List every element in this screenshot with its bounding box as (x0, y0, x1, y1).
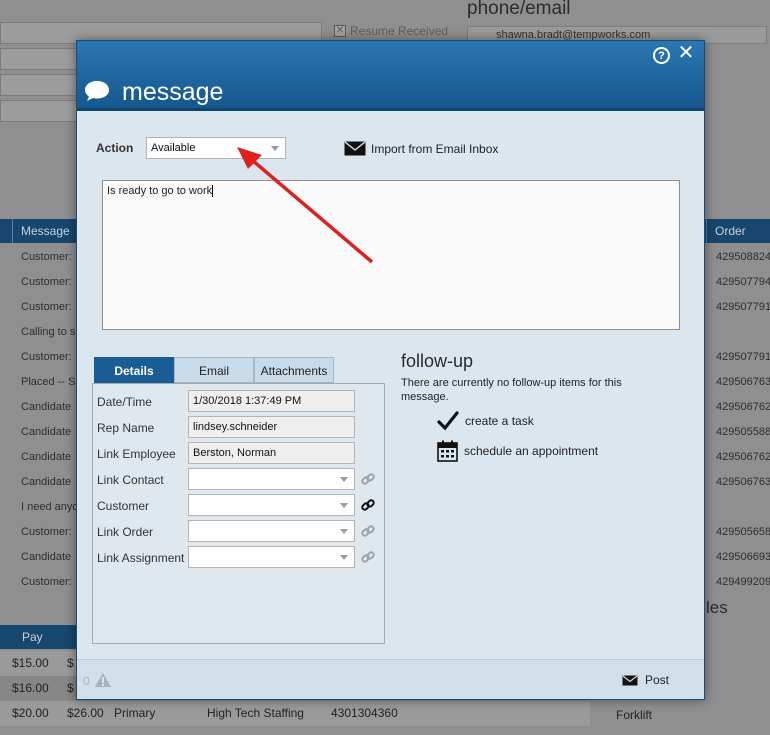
link-employee-label: Link Employee (97, 447, 176, 461)
bg-right-panel-title: les (706, 598, 728, 617)
table-row: $20.00 $26.00 Primary High Tech Staffing… (0, 701, 590, 726)
rep-name-label: Rep Name (97, 421, 155, 435)
link-employee-field[interactable]: Berston, Norman (188, 442, 355, 464)
link-order-label: Link Order (97, 525, 154, 539)
create-task-label: create a task (465, 414, 534, 428)
link-icon[interactable] (361, 524, 375, 538)
phone-email-heading: phone/email (467, 0, 571, 19)
tab-details[interactable]: Details (94, 357, 174, 389)
customer-dropdown[interactable] (188, 494, 355, 516)
link-assignment-label: Link Assignment (97, 551, 185, 565)
dialog-footer: 0 Post (77, 659, 704, 699)
envelope-icon (344, 141, 366, 156)
checkbox-x-icon: ✕ (334, 25, 346, 37)
action-dropdown[interactable]: Available (146, 137, 286, 159)
warning-icon (95, 673, 111, 687)
chevron-down-icon (340, 477, 348, 482)
schedule-appointment-link[interactable]: schedule an appointment (437, 440, 598, 462)
link-icon[interactable] (361, 498, 375, 512)
import-email-label: Import from Email Inbox (371, 141, 499, 156)
date-time-label: Date/Time (97, 395, 152, 409)
post-label: Post (645, 673, 670, 687)
chevron-down-icon (271, 146, 279, 151)
link-contact-dropdown[interactable] (188, 468, 355, 490)
customer-label: Customer (97, 499, 150, 513)
tab-attachments[interactable]: Attachments (254, 357, 334, 383)
schedule-appointment-label: schedule an appointment (464, 444, 599, 458)
follow-up-title: follow-up (401, 351, 474, 371)
tab-email[interactable]: Email (174, 357, 254, 383)
link-employee-value: Berston, Norman (193, 447, 277, 459)
link-contact-label: Link Contact (97, 473, 164, 487)
help-icon[interactable]: ? (653, 47, 670, 64)
details-panel: Date/Time 1/30/2018 1:37:49 PM Rep Name … (92, 383, 385, 644)
bg-col-pay: Pay (22, 630, 43, 644)
bg-col-order: Order (706, 219, 770, 243)
chevron-down-icon (340, 529, 348, 534)
chevron-down-icon (340, 503, 348, 508)
bg-col-message: Message (12, 219, 72, 243)
dialog-title: message (122, 78, 224, 106)
resume-received-checkbox: ✕ Resume Received (334, 24, 448, 38)
calendar-icon (437, 440, 458, 462)
dialog-header: message ? ✕ (77, 41, 704, 111)
resume-received-label: Resume Received (350, 24, 449, 38)
link-icon[interactable] (361, 550, 375, 564)
link-assignment-dropdown[interactable] (188, 546, 355, 568)
import-email-button[interactable]: Import from Email Inbox (344, 141, 498, 156)
post-button[interactable]: Post (622, 673, 669, 687)
close-icon[interactable]: ✕ (677, 43, 695, 63)
checkmark-icon (437, 411, 459, 431)
warning-count: 0 (83, 674, 90, 688)
message-dialog: message ? ✕ Action Available Import from… (76, 40, 705, 700)
action-dropdown-value: Available (151, 142, 196, 154)
link-order-dropdown[interactable] (188, 520, 355, 542)
rep-name-value: lindsey.schneider (193, 421, 278, 433)
bg-right-panel-item: Forklift (616, 708, 652, 722)
link-icon[interactable] (361, 472, 375, 486)
follow-up-text: There are currently no follow-up items f… (401, 377, 622, 403)
date-time-value: 1/30/2018 1:37:49 PM (193, 395, 302, 407)
message-body-textarea[interactable]: Is ready to go to work (102, 180, 680, 330)
action-label: Action (96, 141, 134, 155)
message-body-text: Is ready to go to work (107, 185, 213, 197)
chevron-down-icon (340, 555, 348, 560)
rep-name-field[interactable]: lindsey.schneider (188, 416, 355, 438)
speech-bubble-icon (85, 81, 109, 101)
create-task-link[interactable]: create a task (437, 411, 534, 431)
date-time-field[interactable]: 1/30/2018 1:37:49 PM (188, 390, 355, 412)
envelope-icon (622, 675, 638, 685)
